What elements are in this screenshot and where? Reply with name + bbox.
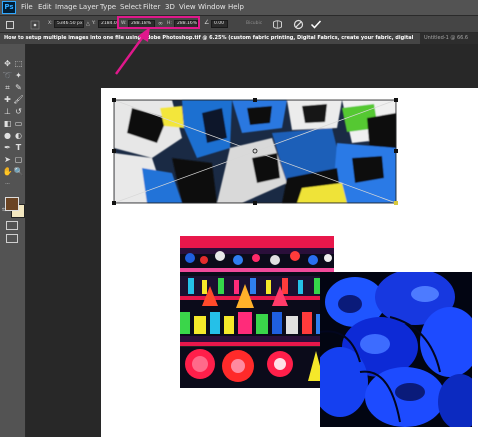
- menu-3d[interactable]: 3D: [165, 2, 175, 13]
- document-tab-untitled[interactable]: Untitled-1 @ 66.6: [424, 35, 468, 42]
- more-tools-icon[interactable]: ···: [2, 179, 13, 190]
- zoom-icon[interactable]: 🔍: [13, 166, 24, 177]
- dodge-icon[interactable]: ◐: [13, 130, 24, 141]
- options-bar: X: 5346.50 px △ Y: 2184.00 px W: 288.18%…: [0, 15, 478, 33]
- shape-icon[interactable]: ▢: [13, 154, 24, 165]
- screen-mode-icon[interactable]: [6, 234, 18, 243]
- menu-filter[interactable]: Filter: [143, 2, 160, 13]
- menu-edit[interactable]: Edit: [38, 2, 52, 13]
- photoshop-logo[interactable]: Ps: [2, 1, 16, 14]
- healing-icon[interactable]: ✚: [2, 94, 13, 105]
- reference-point-icon[interactable]: [30, 20, 40, 30]
- magic-wand-icon[interactable]: ✦: [13, 70, 24, 81]
- menu-layer[interactable]: Layer: [79, 2, 99, 13]
- pen-icon[interactable]: ✒: [2, 142, 13, 153]
- menu-type[interactable]: Type: [100, 2, 116, 13]
- gradient-icon[interactable]: ▭: [13, 118, 24, 129]
- move-icon[interactable]: ✥: [2, 58, 13, 69]
- annotation-arrow: [115, 27, 150, 75]
- crop-icon[interactable]: ⌗: [2, 82, 13, 93]
- brush-icon[interactable]: 🖌: [13, 94, 24, 105]
- transform-tool-icon[interactable]: [5, 20, 15, 30]
- type-icon[interactable]: T: [13, 142, 24, 153]
- blur-icon[interactable]: ●: [2, 130, 13, 141]
- document-tab-title: How to setup multiple images into one fi…: [4, 35, 414, 41]
- menu-view[interactable]: View: [179, 2, 196, 13]
- path-select-icon[interactable]: ➤: [2, 154, 13, 165]
- menu-bar: Ps File Edit Image Layer Type Select Fil…: [0, 0, 478, 15]
- eraser-icon[interactable]: ◧: [2, 118, 13, 129]
- marquee-icon[interactable]: ⬚: [13, 58, 24, 69]
- x-position-field[interactable]: 5346.50 px: [54, 20, 84, 28]
- swap-colors-icon[interactable]: ⇆: [2, 207, 8, 213]
- eyedropper-icon[interactable]: ✎: [13, 82, 24, 93]
- check-icon[interactable]: [310, 19, 322, 30]
- link-xy-icon[interactable]: △: [86, 21, 90, 27]
- menu-image[interactable]: Image: [55, 2, 77, 13]
- hand-icon[interactable]: ✋: [2, 166, 13, 177]
- angle-field[interactable]: 0.00: [211, 20, 228, 28]
- image-layer-abstract[interactable]: [112, 98, 398, 205]
- menu-file[interactable]: File: [21, 2, 33, 13]
- interpolation-select[interactable]: Bicubic: [246, 21, 262, 27]
- x-label: X:: [48, 21, 53, 26]
- quick-mask-icon[interactable]: [6, 221, 18, 230]
- cancel-icon[interactable]: [293, 19, 304, 30]
- menu-help[interactable]: Help: [228, 2, 244, 13]
- rotate-angle-icon: ∠: [204, 19, 210, 26]
- lasso-icon[interactable]: ➰: [2, 70, 13, 81]
- history-brush-icon[interactable]: ↺: [13, 106, 24, 117]
- warp-icon[interactable]: [272, 19, 283, 30]
- image-layer-pattern[interactable]: [180, 236, 334, 388]
- menu-window[interactable]: Window: [198, 2, 226, 13]
- menu-select[interactable]: Select: [120, 2, 142, 13]
- tools-panel: ✥ ⬚ ➰ ✦ ⌗ ✎ ✚ 🖌 ⊥ ↺ ◧ ▭ ● ◐ ✒ T ➤ ▢ ✋ 🔍 …: [0, 44, 26, 437]
- image-layer-blue-petals[interactable]: [320, 272, 472, 427]
- stamp-icon[interactable]: ⊥: [2, 106, 13, 117]
- y-label: Y:: [92, 21, 96, 26]
